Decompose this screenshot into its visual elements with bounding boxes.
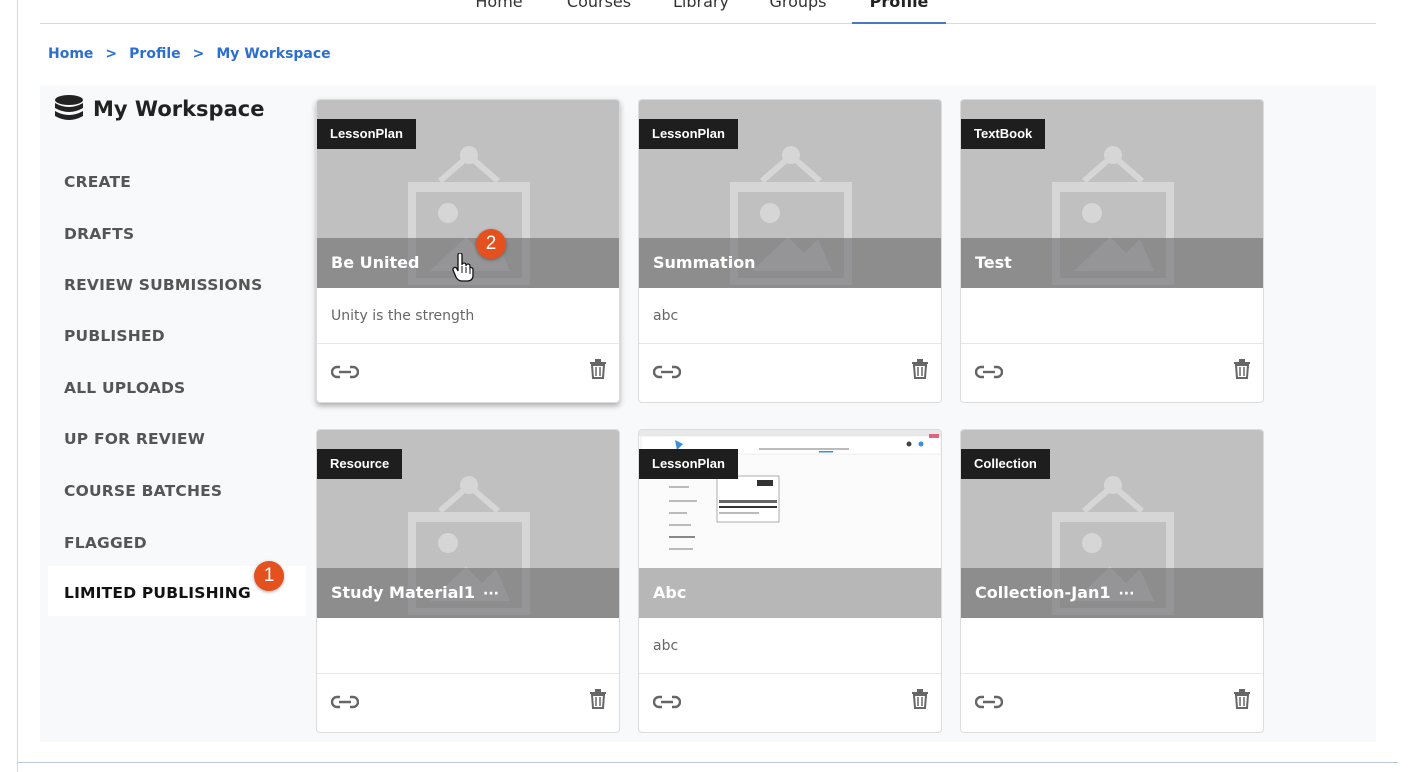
trash-icon[interactable] [911,689,929,709]
card-title-text: Abc [653,583,687,602]
card-title-text: Summation [653,253,756,272]
sidebar-item-drafts[interactable]: DRAFTS [64,225,134,243]
chevron-right-icon: > [192,46,205,62]
trash-icon[interactable] [911,359,929,379]
card-title[interactable]: Test [961,238,1263,288]
nav-home[interactable]: Home [474,0,524,21]
nav-profile[interactable]: Profile [852,0,946,24]
breadcrumb-home[interactable]: Home [48,46,93,62]
card-title[interactable]: Study Material1 ··· [317,568,619,618]
annotation-badge-2: 2 [476,229,506,259]
card-title-text: Be United [331,253,420,272]
card-thumbnail: Resource Study Material1 ··· [317,430,619,618]
link-icon[interactable] [975,365,1003,379]
card-thumbnail: Collection Collection-Jan1 ··· [961,430,1263,618]
card-thumbnail: TextBook Test [961,100,1263,288]
card-title[interactable]: Collection-Jan1 ··· [961,568,1263,618]
sidebar-item-up-for-review[interactable]: UP FOR REVIEW [64,430,205,448]
card-description: Unity is the strength [317,288,619,344]
card-title-text: Collection-Jan1 [975,583,1111,602]
annotation-badge-1: 1 [254,561,284,591]
breadcrumb-profile[interactable]: Profile [129,46,180,62]
card-type-tag: Resource [317,449,403,479]
app-logo-icon [48,0,98,8]
database-icon [55,95,83,120]
chevron-right-icon: > [105,46,118,62]
content-card[interactable]: LessonPlan Be United Unity is the streng… [316,99,620,403]
card-title[interactable]: Summation [639,238,941,288]
card-description [961,288,1263,344]
card-description [317,618,619,674]
card-thumbnail: LessonPlan Summation [639,100,941,288]
content-card[interactable]: TextBook Test [960,99,1264,403]
link-icon[interactable] [331,695,359,709]
content-card[interactable]: Collection Collection-Jan1 ··· [960,429,1264,733]
card-title-text: Study Material1 [331,583,476,602]
sidebar-item-published[interactable]: PUBLISHED [64,327,165,345]
content-card[interactable]: Resource Study Material1 ··· [316,429,620,733]
link-icon[interactable] [331,365,359,379]
card-title-text: Test [975,253,1012,272]
sidebar-item-create[interactable]: CREATE [64,173,131,191]
hand-cursor-icon [452,253,474,282]
trash-icon[interactable] [589,689,607,709]
card-type-tag: LessonPlan [639,119,738,149]
sidebar-item-all-uploads[interactable]: ALL UPLOADS [64,379,185,397]
sidebar-item-course-batches[interactable]: COURSE BATCHES [64,482,222,500]
sidebar-item-limited-publishing[interactable]: LIMITED PUBLISHING [64,584,251,602]
card-description: abc [639,618,941,674]
breadcrumb: Home > Profile > My Workspace [48,46,331,62]
trash-icon[interactable] [1233,689,1251,709]
link-icon[interactable] [653,695,681,709]
sidebar-item-review-submissions[interactable]: REVIEW SUBMISSIONS [64,276,262,294]
more-options-icon[interactable]: ··· [483,586,499,602]
frame-bottom-border [18,762,1398,763]
card-thumbnail: LessonPlan Abc [639,430,941,618]
nav-library[interactable]: Library [670,0,732,21]
sidebar-item-flagged[interactable]: FLAGGED [64,534,147,552]
link-icon[interactable] [653,365,681,379]
content-card[interactable]: LessonPlan Abc abc [638,429,942,733]
workspace-title-text: My Workspace [93,97,265,121]
breadcrumb-my-workspace[interactable]: My Workspace [216,46,330,62]
workspace-title: My Workspace [54,94,264,124]
card-description: abc [639,288,941,344]
card-title[interactable]: Abc [639,568,941,618]
trash-icon[interactable] [1233,359,1251,379]
link-icon[interactable] [975,695,1003,709]
trash-icon[interactable] [589,359,607,379]
content-card[interactable]: LessonPlan Summation abc [638,99,942,403]
card-description [961,618,1263,674]
frame-left-border [17,0,18,772]
card-type-tag: Collection [961,449,1050,479]
card-type-tag: LessonPlan [639,449,738,479]
card-type-tag: LessonPlan [317,119,416,149]
more-options-icon[interactable]: ··· [1118,586,1134,602]
nav-groups[interactable]: Groups [766,0,830,21]
card-type-tag: TextBook [961,119,1046,149]
nav-courses[interactable]: Courses [563,0,635,21]
